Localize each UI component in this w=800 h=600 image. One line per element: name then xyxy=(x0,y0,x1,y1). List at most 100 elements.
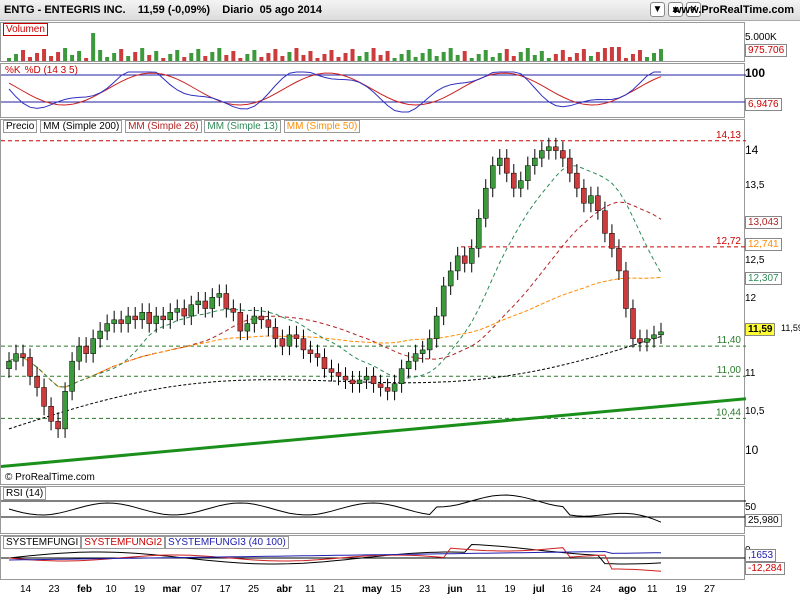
volume-bar xyxy=(441,52,446,61)
volume-bar xyxy=(623,58,628,61)
candle-body xyxy=(447,270,454,287)
candle-body xyxy=(574,172,580,189)
candle-body xyxy=(651,334,657,339)
volume-bar xyxy=(469,58,474,61)
x-axis-label: 21 xyxy=(333,584,345,595)
candle-body xyxy=(34,375,40,388)
volume-bar xyxy=(14,54,19,61)
volume-bar xyxy=(133,52,138,61)
candle-body xyxy=(13,353,19,362)
candle-body xyxy=(181,308,188,317)
volume-bar xyxy=(28,57,33,61)
candle-body xyxy=(609,233,615,249)
candle-body xyxy=(539,150,545,159)
x-axis-label: 07 xyxy=(191,584,203,595)
price-axis-label: 12 xyxy=(745,293,757,304)
candle-body xyxy=(160,315,166,321)
x-axis-label: 11 xyxy=(305,584,316,595)
x-axis-label: jun xyxy=(447,584,463,595)
candle-body xyxy=(412,353,419,362)
stoch-k-line xyxy=(8,71,661,113)
candle-body xyxy=(342,375,349,381)
volume-bar xyxy=(49,56,54,61)
volume-bar xyxy=(98,50,103,61)
x-axis-label: abr xyxy=(276,584,293,595)
volume-bar xyxy=(112,53,117,61)
volume-bar xyxy=(21,50,26,61)
systemfungi-panel: SYSTEMFUNGI SYSTEMFUNGI2 SYSTEMFUNGI3 (40 … xyxy=(0,535,746,580)
volume-last-tag: 975.706 xyxy=(745,44,788,57)
candle-body xyxy=(209,296,216,309)
x-axis-label: 15 xyxy=(390,584,402,595)
volume-bar xyxy=(245,54,250,61)
price-panel: Precio MM (Simple 200) MM (Simple 26) MM… xyxy=(0,119,746,485)
candle-body xyxy=(546,146,552,151)
volume-bar xyxy=(511,56,516,61)
candle-body xyxy=(55,421,61,430)
stochastic-lines xyxy=(1,71,746,113)
candle-body xyxy=(497,157,503,166)
candle-body xyxy=(370,375,377,384)
volume-bar xyxy=(238,58,243,61)
candle-body xyxy=(62,391,68,430)
candle-body xyxy=(6,360,12,369)
candle-body xyxy=(560,150,566,159)
candle-body xyxy=(426,338,433,351)
candle-body xyxy=(518,180,524,189)
volume-bar xyxy=(609,47,614,61)
volume-bar xyxy=(392,58,397,61)
volume-bar xyxy=(56,52,61,61)
volume-bar xyxy=(420,53,425,61)
x-axis-label: 14 xyxy=(20,584,32,595)
level-label: 11,40 xyxy=(717,335,742,346)
candle-body xyxy=(475,218,482,249)
volume-bar xyxy=(406,50,411,61)
candle-body xyxy=(237,312,244,332)
x-axis-label: 23 xyxy=(419,584,431,595)
x-axis-label: 11 xyxy=(476,584,487,595)
rsi-last-tag: 25,980 xyxy=(745,514,782,527)
price-axis-label: 12,5 xyxy=(745,255,765,267)
volume-bar xyxy=(659,49,663,61)
price-axis-label: 10 xyxy=(745,443,759,458)
x-axis-label: 27 xyxy=(704,584,716,595)
candle-body xyxy=(454,255,461,272)
volume-bar xyxy=(532,55,537,61)
volume-bar xyxy=(378,55,383,61)
volume-bar xyxy=(105,57,110,61)
volume-bar xyxy=(455,55,460,61)
candle-body xyxy=(630,308,636,339)
candle-body xyxy=(581,187,587,204)
volume-bar xyxy=(168,54,173,61)
candle-body xyxy=(616,248,622,272)
candle-body xyxy=(216,293,223,298)
volume-bar xyxy=(70,55,75,61)
volume-bar xyxy=(126,56,131,61)
candle-body xyxy=(356,379,363,384)
volume-bar xyxy=(217,48,222,61)
volume-bar xyxy=(273,49,278,61)
down-arrow-icon[interactable]: ▼ xyxy=(650,2,665,17)
x-axis-label: may xyxy=(362,584,383,595)
candle-body xyxy=(391,383,398,392)
price-axis-label: 13,5 xyxy=(745,180,765,192)
candle-body xyxy=(41,387,47,407)
candle-body xyxy=(132,315,138,321)
stochastic-axis-label: 100 xyxy=(745,66,766,80)
trend-line xyxy=(1,397,746,468)
candle-body xyxy=(258,315,265,321)
site-url[interactable]: www.ProRealTime.com xyxy=(673,4,794,16)
volume-bar xyxy=(602,48,607,61)
rsi-line xyxy=(8,494,662,523)
candle-body xyxy=(146,312,152,324)
rsi-axis-label: 50 xyxy=(745,502,757,513)
volume-bar xyxy=(490,57,495,61)
candle-body xyxy=(307,349,314,354)
candle-body xyxy=(27,357,33,377)
volume-bar xyxy=(42,49,47,61)
x-axis-label: 25 xyxy=(248,584,260,595)
level-label: 11,00 xyxy=(717,365,742,376)
candle-body xyxy=(111,319,117,324)
volume-bar xyxy=(504,49,509,61)
level-label: 14,13 xyxy=(716,130,741,141)
